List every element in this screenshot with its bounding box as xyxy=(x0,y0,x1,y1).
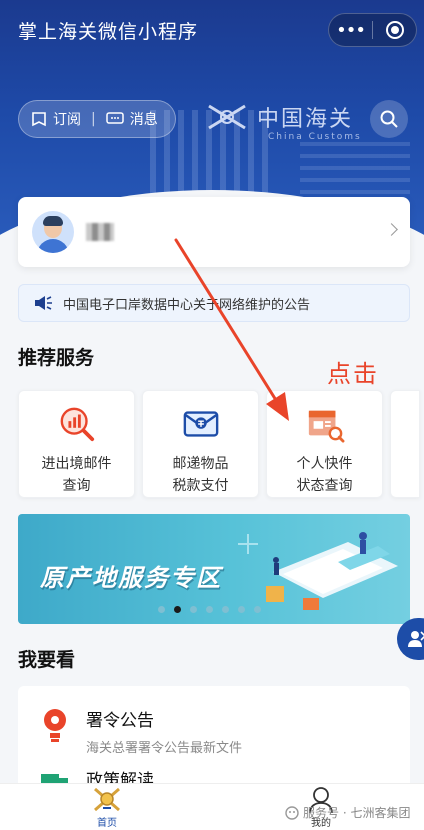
customs-emblem-icon xyxy=(94,787,120,812)
tab-home[interactable]: 首页 xyxy=(77,786,137,829)
service-card-partial[interactable] xyxy=(390,390,420,498)
carousel-dot[interactable] xyxy=(190,606,197,613)
user-profile-card[interactable] xyxy=(18,197,410,267)
more-menu-button[interactable]: ••• xyxy=(329,20,372,41)
service-label-line1: 进出境邮件 xyxy=(41,456,112,472)
subscribe-button[interactable]: 订阅 xyxy=(19,109,81,129)
banner-title: 原产地服务专区 xyxy=(40,564,222,592)
service-label-line2: 税款支付 xyxy=(172,478,229,494)
logo-text: 中国海关 xyxy=(257,107,354,132)
list-item-title: 署令公告 xyxy=(86,711,154,731)
wechat-official-icon xyxy=(285,805,299,820)
carousel-indicator xyxy=(158,606,261,613)
service-label-line1: 邮递物品 xyxy=(172,456,229,472)
i-want-to-see-title: 我要看 xyxy=(18,649,76,671)
service-label-line2: 状态查询 xyxy=(296,478,353,494)
announcement-text: 中国电子口岸数据中心关于网络维护的公告 xyxy=(63,297,311,313)
service-label-line2: 查询 xyxy=(62,478,91,494)
carousel-dot[interactable] xyxy=(158,606,165,613)
service-mail-query[interactable]: 进出境邮件 查询 xyxy=(18,390,135,498)
envelope-tax-icon xyxy=(183,411,218,437)
list-item[interactable]: 署令公告 海关总署署令公告最新文件 xyxy=(40,706,242,756)
package-search-icon xyxy=(308,410,344,443)
messages-button[interactable]: 消息 xyxy=(105,109,158,129)
subbar-divider: | xyxy=(91,111,96,127)
carousel-dot[interactable] xyxy=(254,606,261,613)
user-service-icon xyxy=(408,631,424,647)
floating-service-button[interactable] xyxy=(397,618,424,660)
carousel-dot[interactable] xyxy=(238,606,245,613)
speaker-icon xyxy=(35,296,52,310)
miniprogram-capsule: ••• xyxy=(328,13,417,47)
search-icon xyxy=(380,110,398,128)
blurred-username xyxy=(86,223,114,241)
customs-emblem-icon xyxy=(208,104,246,130)
carousel-dot[interactable] xyxy=(222,606,229,613)
china-customs-logo: 中国海关 xyxy=(205,100,353,134)
mail-chart-search-icon xyxy=(60,407,94,442)
message-icon xyxy=(105,112,124,124)
service-postal-tax[interactable]: 邮递物品 税款支付 xyxy=(142,390,259,498)
app-title: 掌上海关微信小程序 xyxy=(18,21,199,43)
chevron-right-icon xyxy=(385,223,398,236)
click-annotation: 点击 xyxy=(327,360,379,388)
search-button[interactable] xyxy=(370,100,408,138)
recommended-services-title: 推荐服务 xyxy=(18,347,95,369)
service-label-line1: 个人快件 xyxy=(296,456,353,472)
tab-home-label: 首页 xyxy=(97,818,117,829)
announcement-bar[interactable]: 中国电子口岸数据中心关于网络维护的公告 xyxy=(18,284,410,322)
service-grid: 进出境邮件 查询 邮递物品 税款支付 个人快件 状态查询 xyxy=(18,390,424,498)
bookmark-icon xyxy=(32,112,46,127)
close-miniprogram-button[interactable] xyxy=(373,21,416,39)
subscribe-label: 订阅 xyxy=(53,112,81,128)
carousel-dot[interactable] xyxy=(206,606,213,613)
list-item-subtitle: 海关总署署令公告最新文件 xyxy=(86,741,243,756)
lightbulb-icon xyxy=(44,709,66,742)
service-express-status[interactable]: 个人快件 状态查询 xyxy=(266,390,383,498)
carousel-dot-active[interactable] xyxy=(174,606,181,613)
origin-service-banner[interactable]: 原产地服务专区 xyxy=(18,514,410,624)
avatar xyxy=(32,211,74,253)
watermark: 服务号 · 七洲客集团 xyxy=(285,804,410,821)
messages-label: 消息 xyxy=(129,112,158,128)
subscribe-message-bar: 订阅 | 消息 xyxy=(18,100,176,138)
close-circle-icon xyxy=(385,21,404,39)
logo-subtitle: China Customs xyxy=(268,132,362,142)
watermark-text: 服务号 · 七洲客集团 xyxy=(303,806,411,820)
